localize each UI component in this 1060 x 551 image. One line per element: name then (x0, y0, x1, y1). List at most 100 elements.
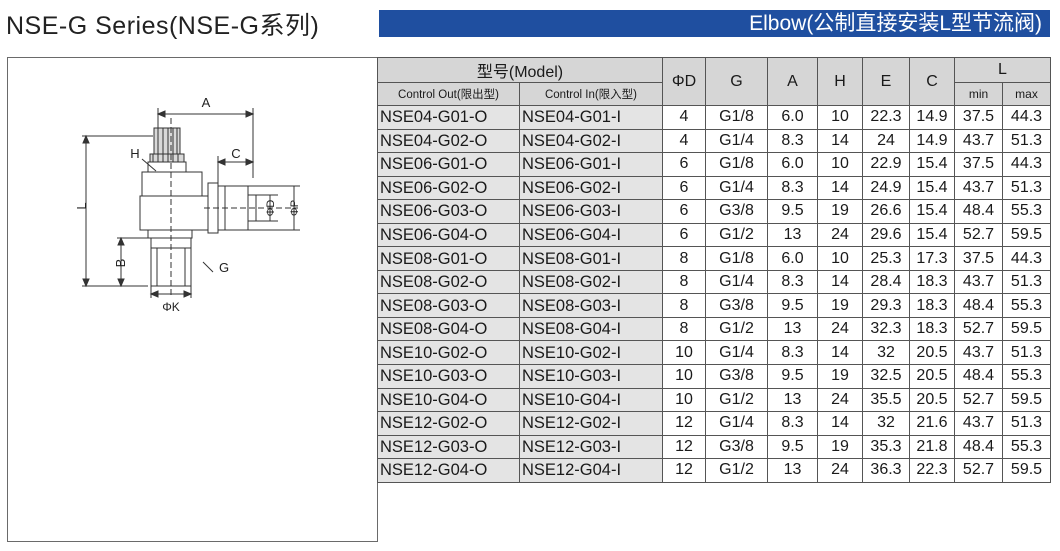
cell-c: 18.3 (909, 293, 955, 318)
table-row: NSE04-G02-O NSE04-G02-I 4 G1/4 8.3 14 24 14.9 43… (377, 128, 1051, 154)
table-row: NSE08-G04-O NSE08-G04-I 8 G1/2 13 24 32.3 18.3 5… (377, 316, 1051, 342)
dim-label-h: H (130, 146, 139, 161)
cell-phi-d: 6 (662, 199, 706, 224)
cell-c: 20.5 (909, 364, 955, 389)
cell-g: G1/4 (705, 128, 768, 154)
cell-h: 24 (817, 387, 863, 413)
dim-label-phi-p: ΦP (289, 200, 301, 216)
cell-l-min: 52.7 (954, 387, 1003, 413)
cell-c: 22.3 (909, 458, 955, 483)
table-row: NSE06-G01-O NSE06-G01-I 6 G1/8 6.0 10 22.9 15.4… (377, 152, 1051, 177)
cell-g: G1/8 (705, 152, 768, 177)
cell-phi-d: 8 (662, 246, 706, 271)
cell-control-in: NSE10-G02-I (519, 340, 663, 366)
cell-h: 19 (817, 364, 863, 389)
cell-h: 19 (817, 199, 863, 224)
cell-e: 29.6 (862, 222, 910, 248)
cell-control-out: NSE12-G02-O (377, 411, 520, 436)
cell-g: G1/2 (705, 458, 768, 483)
cell-e: 25.3 (862, 246, 910, 271)
cell-control-out: NSE06-G01-O (377, 152, 520, 177)
cell-a: 8.3 (767, 411, 818, 436)
cell-control-out: NSE06-G02-O (377, 175, 520, 201)
cell-l-max: 51.3 (1002, 175, 1051, 201)
cell-control-out: NSE06-G03-O (377, 199, 520, 224)
header-e: E (862, 57, 910, 106)
cell-c: 18.3 (909, 269, 955, 295)
elbow-fitting-drawing: A H C L ΦD ΦP B G ΦK (74, 95, 301, 314)
cell-g: G1/4 (705, 269, 768, 295)
header-l: L (954, 57, 1051, 83)
cell-l-min: 43.7 (954, 340, 1003, 366)
cell-a: 9.5 (767, 364, 818, 389)
cell-l-max: 59.5 (1002, 458, 1051, 483)
cell-h: 14 (817, 411, 863, 436)
cell-control-in: NSE04-G02-I (519, 128, 663, 154)
header-model: 型号(Model) (377, 57, 663, 83)
cell-c: 14.9 (909, 128, 955, 154)
cell-l-max: 59.5 (1002, 387, 1051, 413)
cell-control-in: NSE06-G04-I (519, 222, 663, 248)
cell-g: G3/8 (705, 364, 768, 389)
header-phi-d: ΦD (662, 57, 706, 106)
cell-l-min: 48.4 (954, 293, 1003, 318)
cell-l-max: 51.3 (1002, 128, 1051, 154)
table-row: NSE10-G03-O NSE10-G03-I 10 G3/8 9.5 19 32.5 20.… (377, 364, 1051, 389)
cell-l-max: 55.3 (1002, 434, 1051, 460)
cell-e: 32.5 (862, 364, 910, 389)
cell-e: 26.6 (862, 199, 910, 224)
cell-c: 15.4 (909, 199, 955, 224)
cell-control-in: NSE12-G02-I (519, 411, 663, 436)
cell-l-min: 37.5 (954, 152, 1003, 177)
cell-control-out: NSE10-G04-O (377, 387, 520, 413)
cell-phi-d: 8 (662, 293, 706, 318)
cell-phi-d: 10 (662, 340, 706, 366)
specification-table: 型号(Model) ΦD G A H E C L Control Out(限出型… (377, 57, 1051, 483)
cell-e: 35.3 (862, 434, 910, 460)
cell-g: G3/8 (705, 434, 768, 460)
cell-l-min: 43.7 (954, 175, 1003, 201)
cell-e: 35.5 (862, 387, 910, 413)
header-c: C (909, 57, 955, 106)
table-row: NSE08-G03-O NSE08-G03-I 8 G3/8 9.5 19 29.3 18.3… (377, 293, 1051, 318)
cell-control-in: NSE04-G01-I (519, 105, 663, 130)
cell-control-in: NSE06-G01-I (519, 152, 663, 177)
cell-h: 24 (817, 316, 863, 342)
cell-g: G1/2 (705, 222, 768, 248)
cell-e: 24.9 (862, 175, 910, 201)
cell-a: 6.0 (767, 105, 818, 130)
table-row: NSE08-G02-O NSE08-G02-I 8 G1/4 8.3 14 28.4 18.3… (377, 269, 1051, 295)
cell-control-in: NSE06-G03-I (519, 199, 663, 224)
cell-g: G1/4 (705, 175, 768, 201)
dim-label-phi-k: ΦK (162, 300, 180, 314)
cell-phi-d: 6 (662, 175, 706, 201)
cell-l-max: 55.3 (1002, 364, 1051, 389)
cell-a: 13 (767, 316, 818, 342)
cell-c: 20.5 (909, 387, 955, 413)
header-control-in: Control In(限入型) (519, 82, 663, 106)
cell-l-min: 52.7 (954, 316, 1003, 342)
table-row: NSE06-G02-O NSE06-G02-I 6 G1/4 8.3 14 24.9 15.4… (377, 175, 1051, 201)
cell-g: G1/8 (705, 105, 768, 130)
cell-a: 8.3 (767, 175, 818, 201)
cell-control-out: NSE12-G04-O (377, 458, 520, 483)
cell-h: 19 (817, 293, 863, 318)
cell-h: 10 (817, 152, 863, 177)
table-row: NSE06-G04-O NSE06-G04-I 6 G1/2 13 24 29.6 15.4 5… (377, 222, 1051, 248)
cell-l-min: 48.4 (954, 434, 1003, 460)
cell-g: G3/8 (705, 199, 768, 224)
cell-phi-d: 6 (662, 222, 706, 248)
cell-control-out: NSE12-G03-O (377, 434, 520, 460)
cell-control-out: NSE06-G04-O (377, 222, 520, 248)
cell-control-out: NSE08-G03-O (377, 293, 520, 318)
table-row: NSE10-G02-O NSE10-G02-I 10 G1/4 8.3 14 32 20.5 4… (377, 340, 1051, 366)
cell-phi-d: 6 (662, 152, 706, 177)
cell-l-max: 55.3 (1002, 293, 1051, 318)
cell-l-min: 43.7 (954, 269, 1003, 295)
cell-control-out: NSE08-G04-O (377, 316, 520, 342)
cell-control-in: NSE10-G03-I (519, 364, 663, 389)
cell-control-out: NSE10-G02-O (377, 340, 520, 366)
table-row: NSE12-G04-O NSE12-G04-I 12 G1/2 13 24 36.3 22.3… (377, 458, 1051, 483)
table-row: NSE04-G01-O NSE04-G01-I 4 G1/8 6.0 10 22.3 14.9… (377, 105, 1051, 130)
header-l-max: max (1002, 82, 1051, 106)
